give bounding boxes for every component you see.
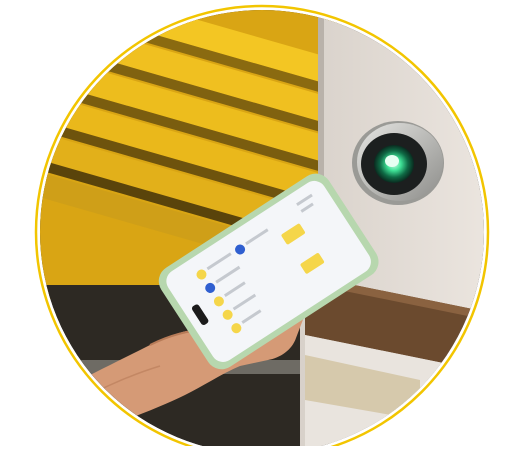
photo-content	[40, 10, 484, 454]
access-reader	[352, 121, 444, 205]
circular-photo	[0, 4, 527, 464]
photo-frame	[0, 0, 527, 464]
